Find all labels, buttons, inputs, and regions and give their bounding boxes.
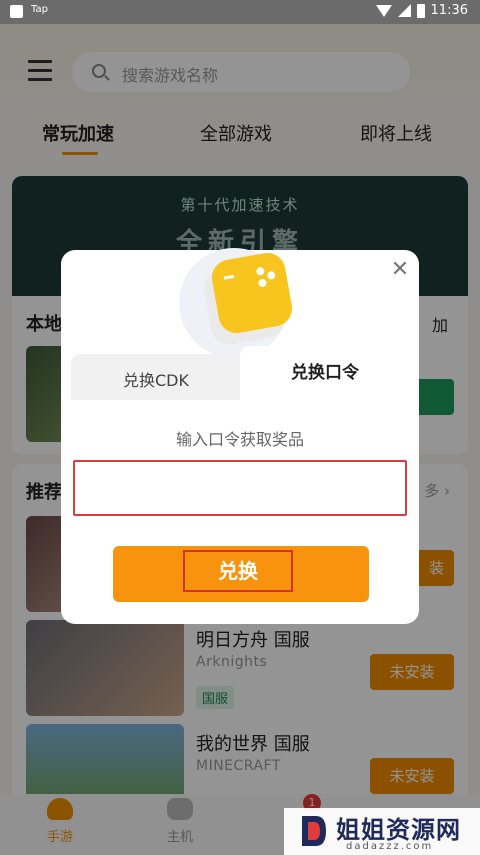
watermark: 姐姐资源网 dadazzz.com — [284, 808, 480, 855]
redeem-code-input[interactable] — [73, 460, 407, 516]
gamepad-illustration — [179, 240, 299, 358]
tab-redeem-code[interactable]: 兑换口令 — [240, 346, 410, 404]
redeem-form: 输入口令获取奖品 兑换 — [71, 400, 409, 614]
watermark-text: 姐姐资源网 — [336, 816, 461, 844]
watermark-url: dadazzz.com — [346, 841, 434, 852]
redeem-button-label: 兑换 — [183, 550, 293, 592]
redeem-hint: 输入口令获取奖品 — [175, 430, 304, 449]
notification-icon — [10, 5, 23, 18]
redeem-button[interactable]: 兑换 — [113, 546, 369, 602]
status-bar: Tap 11:36 — [0, 0, 480, 24]
status-right: 11:36 — [375, 3, 468, 18]
redeem-dialog: ✕ 兑换CDK 兑换口令 输入口令获取奖品 兑换 — [61, 248, 419, 624]
status-time: 11:36 — [430, 3, 468, 18]
battery-icon — [416, 3, 425, 18]
close-icon[interactable]: ✕ — [390, 259, 410, 281]
gamepad-icon — [209, 250, 295, 336]
watermark-logo-icon — [302, 816, 326, 846]
signal-icon — [397, 4, 411, 17]
wifi-icon — [375, 4, 392, 17]
tab-redeem-cdk[interactable]: 兑换CDK — [71, 354, 241, 404]
status-app-label: Tap — [31, 4, 48, 15]
